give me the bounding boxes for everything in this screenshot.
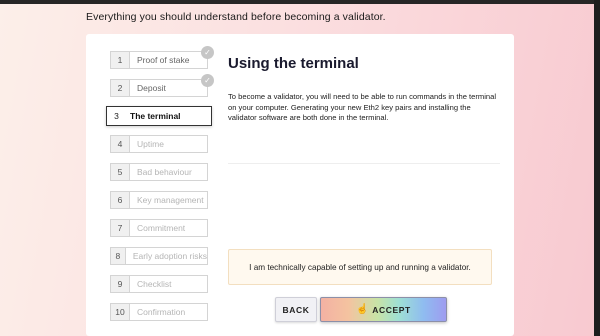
step-number: 7 [111, 220, 130, 236]
window-top-edge [0, 0, 600, 4]
step-number: 1 [111, 52, 130, 68]
step-label: Key management [137, 195, 204, 205]
step-item-the-terminal[interactable]: 3 The terminal [106, 106, 212, 126]
step-label: The terminal [130, 111, 181, 121]
step-number: 10 [111, 304, 130, 320]
hand-pointer-icon: ☝ [356, 304, 370, 315]
step-label: Early adoption risks [132, 251, 207, 261]
step-label: Uptime [137, 139, 164, 149]
step-item-uptime[interactable]: 4 Uptime [110, 135, 208, 153]
step-number: 8 [111, 248, 126, 264]
step-item-bad-behaviour[interactable]: 5 Bad behaviour [110, 163, 208, 181]
step-number: 4 [111, 136, 130, 152]
step-number: 3 [107, 107, 126, 125]
step-label: Commitment [137, 223, 186, 233]
back-button-label: BACK [282, 304, 310, 315]
confirmation-text: I am technically capable of setting up a… [249, 262, 471, 272]
step-label: Proof of stake [137, 55, 190, 65]
step-label: Confirmation [137, 307, 186, 317]
step-item-early-adoption-risks[interactable]: 8 Early adoption risks [110, 247, 208, 265]
step-item-key-management[interactable]: 6 Key management [110, 191, 208, 209]
section-divider [228, 163, 500, 164]
step-number: 5 [111, 164, 130, 180]
accept-button-label: ACCEPT [372, 304, 411, 315]
step-number: 6 [111, 192, 130, 208]
section-title: Using the terminal [228, 55, 359, 72]
step-item-proof-of-stake[interactable]: 1 Proof of stake ✓ [110, 46, 214, 69]
window-right-edge [594, 0, 600, 336]
step-item-commitment[interactable]: 7 Commitment [110, 219, 208, 237]
step-item-deposit[interactable]: 2 Deposit ✓ [110, 74, 214, 97]
step-label: Checklist [137, 279, 172, 289]
confirmation-statement: I am technically capable of setting up a… [228, 249, 492, 285]
step-card: 1 Proof of stake ✓ 2 Deposit ✓ 3 The ter… [86, 34, 514, 336]
section-body: To become a validator, you will need to … [228, 92, 497, 122]
step-number: 2 [111, 80, 130, 96]
back-button[interactable]: BACK [275, 297, 317, 322]
step-item-checklist[interactable]: 9 Checklist [110, 275, 208, 293]
accept-button[interactable]: ☝ ACCEPT [320, 297, 447, 322]
step-label: Bad behaviour [137, 167, 192, 177]
check-icon: ✓ [201, 74, 214, 87]
step-label: Deposit [137, 83, 166, 93]
step-item-confirmation[interactable]: 10 Confirmation [110, 303, 208, 321]
check-icon: ✓ [201, 46, 214, 59]
step-number: 9 [111, 276, 130, 292]
page-heading: Everything you should understand before … [86, 11, 386, 23]
